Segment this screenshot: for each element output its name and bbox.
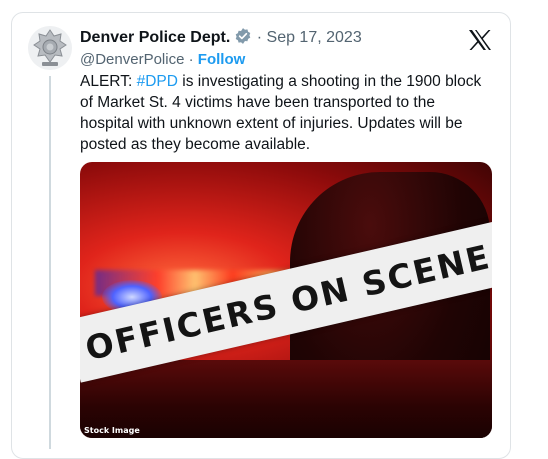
hashtag-link[interactable]: #DPD (137, 73, 178, 90)
police-badge-icon (28, 26, 72, 70)
stock-image-caption: Stock Image (84, 426, 140, 435)
tweet-text-prefix: ALERT: (80, 73, 137, 90)
verified-badge-icon (234, 27, 252, 51)
separator-dot: · (256, 29, 263, 46)
handle-row: @DenverPolice · Follow (80, 50, 245, 70)
follow-button[interactable]: Follow (198, 51, 246, 68)
tweet-date[interactable]: Sep 17, 2023 (267, 29, 362, 46)
tweet-text: ALERT: #DPD is investigating a shooting … (80, 71, 488, 155)
x-logo-icon[interactable] (468, 29, 492, 56)
tweet-header: Denver Police Dept. · Sep 17, 2023 (80, 27, 362, 51)
car-silhouette (80, 360, 492, 438)
tweet-media-image[interactable]: OFFICERS ON SCENE Stock Image (80, 162, 492, 438)
separator-dot-2: · (188, 51, 194, 68)
author-name[interactable]: Denver Police Dept. (80, 29, 230, 46)
avatar[interactable] (28, 26, 72, 70)
author-handle[interactable]: @DenverPolice (80, 51, 184, 68)
thread-line (49, 76, 51, 449)
